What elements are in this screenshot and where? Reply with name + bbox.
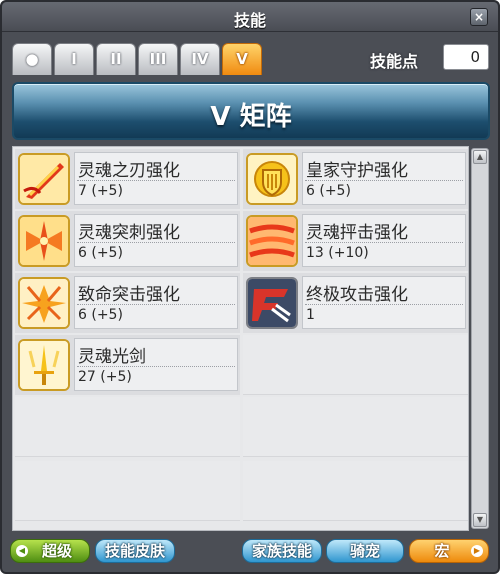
skill-divider — [305, 242, 463, 243]
skill-level: 13 (+10) — [306, 245, 369, 261]
empty-skill-slot — [243, 461, 468, 521]
skill-divider — [77, 242, 235, 243]
skill-level: 6 (+5) — [78, 245, 123, 261]
mount-button[interactable]: 骑宠 — [326, 539, 404, 563]
skill-slot[interactable]: 灵魂抨击强化 13 (+10) — [243, 211, 468, 271]
skill-slot[interactable]: 皇家守护强化 6 (+5) — [243, 149, 468, 209]
skill-info: 灵魂突刺强化 6 (+5) — [74, 214, 238, 267]
skill-slot[interactable]: 终极攻击强化 1 — [243, 273, 468, 333]
prev-page-label: 超级 — [41, 542, 72, 560]
skill-info: 皇家守护强化 6 (+5) — [302, 152, 466, 205]
family-skill-button[interactable]: 家族技能 — [242, 539, 322, 563]
skill-name: 皇家守护强化 — [306, 161, 408, 181]
empty-skill-slot — [15, 397, 240, 457]
skill-slot[interactable]: 灵魂光剑 27 (+5) — [15, 335, 240, 395]
job-banner: V 矩阵 — [12, 82, 490, 140]
skill-list: 灵魂之刃强化 7 (+5) 皇家守护强化 6 (+5) 灵魂突刺强化 6 (+5… — [12, 146, 469, 531]
skill-slot[interactable]: 灵魂之刃强化 7 (+5) — [15, 149, 240, 209]
tab-job-3[interactable]: III — [138, 43, 178, 75]
scroll-up-icon[interactable]: ▲ — [473, 150, 487, 164]
skill-level: 27 (+5) — [78, 369, 132, 385]
royal-guard-icon[interactable] — [246, 153, 298, 205]
skill-points-label: 技能点 — [370, 52, 419, 71]
skill-divider — [77, 304, 235, 305]
soul-blade-icon[interactable] — [18, 153, 70, 205]
empty-skill-slot — [243, 335, 468, 395]
skill-level: 7 (+5) — [78, 183, 123, 199]
skill-divider — [305, 304, 463, 305]
skill-info: 灵魂光剑 27 (+5) — [74, 338, 238, 391]
skill-info: 致命突击强化 6 (+5) — [74, 276, 238, 329]
fatal-strike-icon[interactable] — [18, 277, 70, 329]
skill-slot[interactable]: 灵魂突刺强化 6 (+5) — [15, 211, 240, 271]
tab-beginner[interactable]: ● — [12, 43, 52, 75]
skill-name: 灵魂突刺强化 — [78, 223, 180, 243]
tab-job-4[interactable]: IV — [180, 43, 220, 75]
macro-button[interactable]: 宏 ▶ — [409, 539, 489, 563]
arrow-right-icon: ▶ — [471, 545, 483, 557]
skill-name: 灵魂抨击强化 — [306, 223, 408, 243]
tab-job-2[interactable]: II — [96, 43, 136, 75]
tab-job-1[interactable]: I — [54, 43, 94, 75]
skill-info: 灵魂之刃强化 7 (+5) — [74, 152, 238, 205]
soul-assault-icon[interactable] — [246, 215, 298, 267]
skill-name: 致命突击强化 — [78, 285, 180, 305]
skill-window: 技能 × ● I II III IV V 技能点 0 V 矩阵 灵魂之刃强化 7… — [0, 0, 500, 574]
tab-job-5[interactable]: V — [222, 43, 262, 75]
title-bar[interactable]: 技能 × — [2, 2, 498, 32]
skill-divider — [77, 366, 235, 367]
final-attack-icon[interactable] — [246, 277, 298, 329]
soul-pierce-icon[interactable] — [18, 215, 70, 267]
skill-divider — [305, 180, 463, 181]
skill-slot[interactable]: 致命突击强化 6 (+5) — [15, 273, 240, 333]
skill-name: 灵魂光剑 — [78, 347, 146, 367]
empty-skill-slot — [15, 461, 240, 521]
skill-level: 1 — [306, 307, 315, 323]
skill-info: 终极攻击强化 1 — [302, 276, 466, 329]
skill-name: 终极攻击强化 — [306, 285, 408, 305]
macro-label: 宏 — [434, 542, 450, 560]
skill-name: 灵魂之刃强化 — [78, 161, 180, 181]
soul-sword-icon[interactable] — [18, 339, 70, 391]
skill-divider — [77, 180, 235, 181]
window-title: 技能 — [233, 11, 266, 30]
skill-skin-button[interactable]: 技能皮肤 — [95, 539, 175, 563]
skill-points-value: 0 — [443, 44, 489, 70]
prev-page-button[interactable]: ◀ 超级 — [10, 539, 90, 563]
skill-info: 灵魂抨击强化 13 (+10) — [302, 214, 466, 267]
empty-skill-slot — [243, 397, 468, 457]
skill-level: 6 (+5) — [78, 307, 123, 323]
skill-list-scrollbar[interactable]: ▲ ▼ — [471, 148, 489, 529]
skill-level: 6 (+5) — [306, 183, 351, 199]
close-button[interactable]: × — [470, 8, 488, 26]
banner-title: V 矩阵 — [210, 102, 292, 132]
arrow-left-icon: ◀ — [16, 545, 28, 557]
scroll-down-icon[interactable]: ▼ — [473, 513, 487, 527]
